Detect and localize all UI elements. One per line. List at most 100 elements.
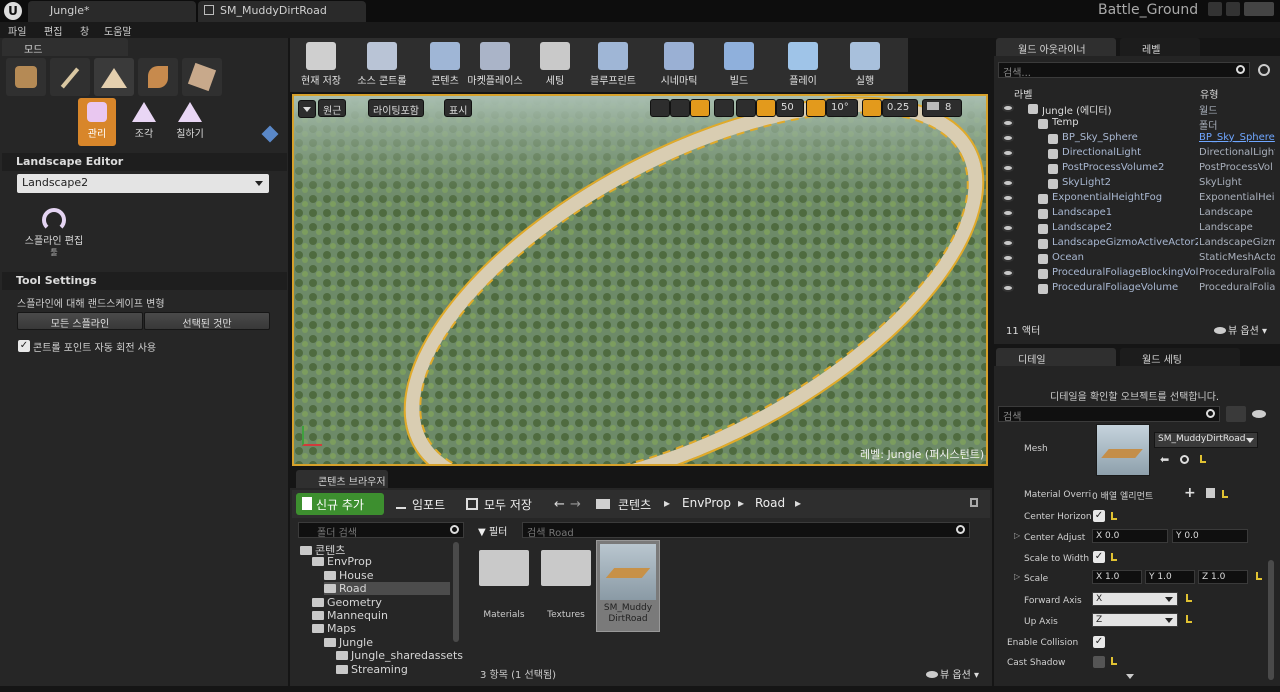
visibility-eye-icon[interactable] [1002, 239, 1014, 247]
scale-x-field[interactable]: X 1.0 [1092, 570, 1142, 584]
visibility-eye-icon[interactable] [1002, 194, 1014, 202]
geometry-mode-icon[interactable] [182, 58, 222, 96]
scale-z-field[interactable]: Z 1.0 [1198, 570, 1248, 584]
center-adjust-x-field[interactable]: X 0.0 [1092, 529, 1168, 543]
auto-rotate-checkbox[interactable]: ✓ [18, 340, 30, 352]
outliner-settings-icon[interactable] [1258, 64, 1270, 76]
folder-tree-item[interactable]: EnvProp [312, 555, 372, 568]
toolbar-marketplace-button[interactable]: 마켓플레이스 [464, 38, 526, 90]
reset-arrow-icon[interactable] [1222, 490, 1228, 498]
outliner-row[interactable]: PostProcessVolume2 PostProcessVol [1000, 162, 1275, 177]
reset-arrow-icon[interactable] [1186, 594, 1192, 602]
paint-mode-icon[interactable] [50, 58, 90, 96]
visibility-eye-icon[interactable] [1002, 104, 1014, 112]
details-eye-icon[interactable] [1252, 410, 1266, 418]
tab-jungle[interactable]: Jungle* [28, 1, 196, 22]
details-scrollbar[interactable] [1268, 560, 1274, 680]
scale-snap-icon[interactable] [862, 99, 882, 117]
visibility-eye-icon[interactable] [1002, 164, 1014, 172]
viewport[interactable]: 레벨: Jungle (퍼시스턴트) [292, 94, 988, 466]
up-axis-select[interactable]: Z [1092, 613, 1178, 627]
breadcrumb-road[interactable]: Road [755, 496, 785, 510]
outliner-row[interactable]: SkyLight2 SkyLight [1000, 177, 1275, 192]
scale-snap-value[interactable]: 0.25 [882, 99, 918, 117]
folder-tree-item[interactable]: Jungle [324, 636, 373, 649]
folder-tree-item[interactable]: Jungle_sharedassets [336, 649, 463, 662]
camera-speed-button[interactable]: 8 [922, 99, 962, 117]
selected-only-button[interactable]: 선택된 것만 [144, 312, 270, 330]
rotation-snap-value[interactable]: 10° [826, 99, 858, 117]
tab-mesh[interactable]: SM_MuddyDirtRoad [198, 1, 366, 22]
save-all-button[interactable]: 모두 저장 [466, 496, 532, 513]
reset-arrow-icon[interactable] [1111, 657, 1117, 665]
outliner-col-type[interactable]: 유형 [1200, 86, 1218, 101]
close-button[interactable] [1244, 2, 1274, 16]
mesh-thumbnail[interactable] [1096, 424, 1150, 476]
toolbar-play-button[interactable]: 플레이 [778, 38, 828, 90]
visibility-eye-icon[interactable] [1002, 254, 1014, 262]
use-selected-arrow-icon[interactable]: ⬅ [1160, 453, 1169, 466]
scale-y-field[interactable]: Y 1.0 [1145, 570, 1195, 584]
folder-tree-item[interactable]: House [324, 569, 373, 582]
details-search-input[interactable]: 검색 [998, 406, 1220, 423]
add-element-icon[interactable]: + [1184, 485, 1196, 501]
manage-tool-button[interactable]: 관리 [78, 98, 116, 146]
filter-button[interactable]: ▼ 필터 [474, 522, 520, 538]
back-arrow-icon[interactable]: ← [554, 497, 565, 512]
visibility-eye-icon[interactable] [1002, 284, 1014, 292]
landscape-select[interactable]: Landscape2 [17, 174, 269, 193]
folder-tree-item[interactable]: Road [324, 582, 450, 596]
spline-edit-button[interactable]: 스플라인 편집 툴 [18, 206, 90, 262]
menu-file[interactable]: 파일 [8, 23, 26, 38]
folder-tree-item[interactable]: Maps [312, 622, 356, 635]
property-matrix-icon[interactable] [1226, 406, 1246, 422]
scale-to-width-checkbox[interactable]: ✓ [1093, 551, 1105, 563]
tree-scrollbar[interactable] [453, 542, 459, 642]
forward-arrow-icon[interactable]: → [570, 497, 581, 512]
asset-materials[interactable]: Materials [476, 542, 532, 630]
visibility-eye-icon[interactable] [1002, 149, 1014, 157]
cast-shadow-checkbox[interactable] [1093, 656, 1105, 668]
center-horizontally-checkbox[interactable]: ✓ [1093, 510, 1105, 522]
expand-arrow-icon[interactable]: ▷ [1014, 572, 1020, 581]
visibility-eye-icon[interactable] [1002, 134, 1014, 142]
place-mode-icon[interactable] [6, 58, 46, 96]
import-button[interactable]: 임포트 [396, 496, 445, 513]
add-new-button[interactable]: 신규 추가 [296, 493, 384, 515]
toolbar-cinematics-button[interactable]: 시네마틱 [654, 38, 704, 90]
outliner-search-input[interactable]: 검색... [998, 62, 1250, 79]
mesh-select[interactable]: SM_MuddyDirtRoad [1154, 432, 1258, 448]
levels-tab[interactable]: 레벨 [1120, 38, 1200, 56]
folder-search-input[interactable]: 폴더 검색 [298, 522, 464, 539]
outliner-row[interactable]: ProceduralFoliageVolume ProceduralFolia [1000, 282, 1275, 297]
sculpt-tool-button[interactable]: 조각 [124, 98, 164, 146]
reset-arrow-icon[interactable] [1111, 512, 1117, 520]
folder-tree-item[interactable]: Streaming [336, 663, 408, 676]
viewport-options-button[interactable] [298, 100, 316, 118]
lock-icon[interactable] [970, 498, 978, 507]
translate-icon[interactable] [650, 99, 670, 117]
reset-arrow-icon[interactable] [1111, 553, 1117, 561]
visibility-eye-icon[interactable] [1002, 269, 1014, 277]
outliner-col-label[interactable]: 라벨 [1014, 86, 1032, 101]
outliner-view-options[interactable]: 뷰 옵션 ▾ [1214, 322, 1267, 337]
menu-edit[interactable]: 편집 [44, 23, 62, 38]
scroll-down-icon[interactable] [1126, 674, 1134, 679]
show-button[interactable]: 표시 [444, 99, 473, 117]
toolbar-content-button[interactable]: 콘텐츠 [420, 38, 470, 90]
reset-arrow-icon[interactable] [1256, 572, 1262, 580]
toolbar-settings-button[interactable]: 세팅 [530, 38, 580, 90]
forward-axis-select[interactable]: X [1092, 592, 1178, 606]
folder-tree-item[interactable]: Mannequin [312, 609, 388, 622]
folder-tree-item[interactable]: Geometry [312, 596, 382, 609]
surface-snap-icon[interactable] [736, 99, 756, 117]
minimize-button[interactable] [1208, 2, 1222, 16]
help-icon[interactable] [261, 125, 279, 143]
foliage-mode-icon[interactable] [138, 58, 178, 96]
toolbar-save-button[interactable]: 현재 저장 [296, 38, 346, 90]
visibility-eye-icon[interactable] [1002, 119, 1014, 127]
outliner-row[interactable]: LandscapeGizmoActiveActor2 LandscapeGizm [1000, 237, 1275, 252]
grid-snap-icon[interactable] [756, 99, 776, 117]
details-tab[interactable]: 디테일 [996, 348, 1116, 366]
landscape-mode-icon[interactable] [94, 58, 134, 96]
